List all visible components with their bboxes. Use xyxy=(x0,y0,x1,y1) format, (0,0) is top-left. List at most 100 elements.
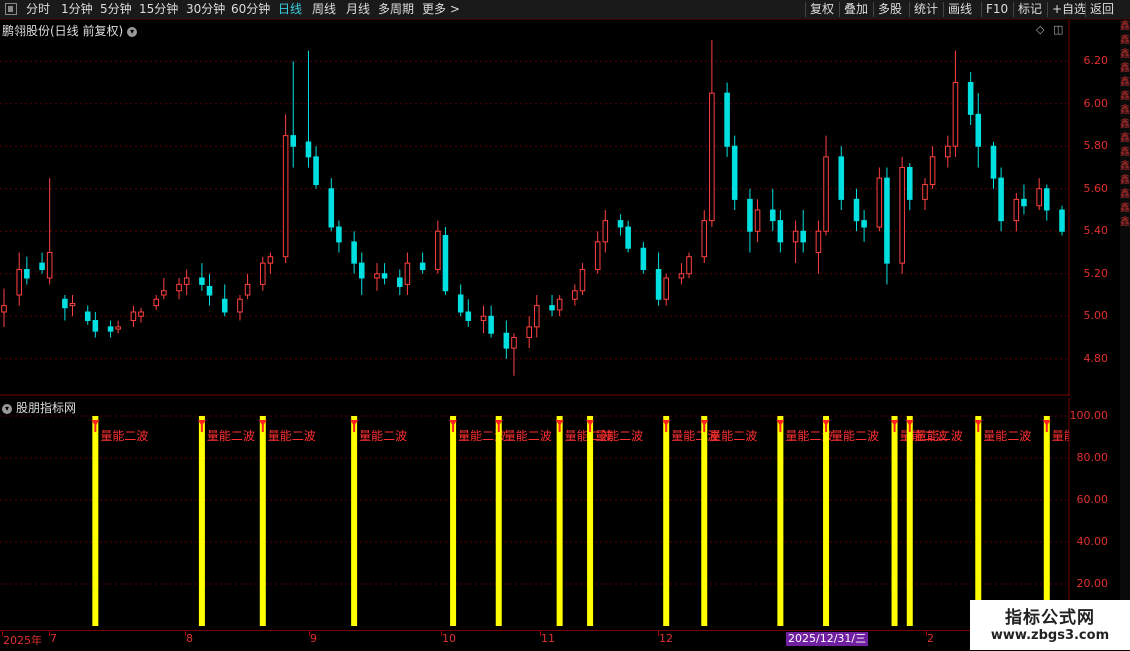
candle xyxy=(526,316,532,349)
price-tick-label: 5.00 xyxy=(1083,309,1109,323)
toolbar-button-2[interactable]: 多股 xyxy=(878,0,902,19)
tab-9[interactable]: 多周期 xyxy=(378,0,414,19)
candle xyxy=(906,163,913,210)
candle xyxy=(625,220,631,253)
indicator-title-wrap: ▾ 股朋指标网 xyxy=(2,399,76,416)
candle xyxy=(511,333,517,376)
candle xyxy=(663,273,669,306)
price-tick-label: 6.00 xyxy=(1083,96,1109,110)
candle xyxy=(244,273,251,300)
toolbar-button-1[interactable]: 叠加 xyxy=(844,0,868,19)
tab-3[interactable]: 15分钟 xyxy=(139,0,178,19)
diamond-icon[interactable]: ◇ xyxy=(1036,23,1044,36)
candle xyxy=(221,284,228,317)
tab-10[interactable]: 更多 > xyxy=(422,0,460,19)
tab-5[interactable]: 60分钟 xyxy=(231,0,270,19)
toolbar-separator xyxy=(1047,2,1048,17)
candle xyxy=(138,307,144,323)
signal-label: 量能二波 xyxy=(1052,429,1070,443)
candle xyxy=(381,263,388,285)
candle xyxy=(404,252,411,295)
candle xyxy=(351,231,357,274)
watermark-title: 指标公式网 xyxy=(1005,608,1095,628)
side-strip-char: 鑫 xyxy=(1120,217,1130,228)
signal-label: 量能二波 xyxy=(504,429,552,443)
date-label: 2025年 xyxy=(3,634,42,647)
toolbar-button-4[interactable]: 画线 xyxy=(948,0,972,19)
side-strip-char: 鑫 xyxy=(1120,203,1130,214)
signal-bar: 量能二波 xyxy=(1042,416,1070,626)
site-watermark: 指标公式网 www.zbgs3.com xyxy=(970,600,1130,650)
toolbar-button-6[interactable]: 标记 xyxy=(1018,0,1042,19)
window-icon[interactable] xyxy=(5,3,17,15)
toolbar-separator xyxy=(805,2,806,17)
tab-6[interactable]: 日线 xyxy=(278,0,302,19)
date-label: 8 xyxy=(186,632,193,645)
tab-7[interactable]: 周线 xyxy=(312,0,336,19)
toolbar-button-7[interactable]: +自选 xyxy=(1052,0,1086,19)
candle xyxy=(282,114,289,264)
candle xyxy=(290,61,297,168)
toolbar-button-8[interactable]: 返回 xyxy=(1090,0,1114,19)
toolbar-button-3[interactable]: 统计 xyxy=(914,0,938,19)
indicator-tick-label: 20.00 xyxy=(1076,577,1109,590)
maximize-icon[interactable]: ◫ xyxy=(1053,23,1063,36)
price-axis: 6.20 6.00 5.80 5.60 5.40 5.20 5.00 4.80 xyxy=(1070,20,1120,396)
candle xyxy=(922,178,928,210)
candle xyxy=(823,135,829,236)
candle xyxy=(503,320,510,359)
side-strip-char: 鑫 xyxy=(1120,175,1130,186)
candle xyxy=(617,214,624,236)
kline-panel[interactable]: 鹏翎股份(日线 前复权) ▾ ◇ ◫ xyxy=(0,20,1070,396)
candle xyxy=(747,188,753,253)
candle xyxy=(442,227,449,295)
toolbar-separator xyxy=(1013,2,1014,17)
tab-1[interactable]: 1分钟 xyxy=(61,0,93,19)
candle xyxy=(945,135,951,168)
chevron-down-icon[interactable]: ▾ xyxy=(127,26,138,37)
date-label: 7 xyxy=(50,632,57,645)
toolbar-separator xyxy=(909,2,910,17)
kline-chart[interactable] xyxy=(0,20,1070,396)
cursor-date-badge: 2025/12/31/三 xyxy=(786,632,869,646)
toolbar-button-0[interactable]: 复权 xyxy=(810,0,834,19)
candle xyxy=(655,252,662,306)
candle xyxy=(130,305,137,327)
side-strip-char: 鑫 xyxy=(1120,119,1130,130)
candle xyxy=(69,295,76,317)
candle xyxy=(549,295,555,317)
side-strip-char: 鑫 xyxy=(1120,21,1130,32)
candle xyxy=(374,263,380,291)
signal-label: 量能二波 xyxy=(831,429,879,443)
candle xyxy=(39,252,45,274)
candle xyxy=(313,146,319,189)
tab-2[interactable]: 5分钟 xyxy=(100,0,132,19)
signal-bar: 量能二波 xyxy=(350,416,407,626)
indicator-tick-label: 80.00 xyxy=(1076,451,1109,464)
tab-0[interactable]: 分时 xyxy=(26,0,50,19)
toolbar-separator xyxy=(1085,2,1086,17)
candle xyxy=(678,263,685,285)
price-tick-label: 5.40 xyxy=(1083,224,1109,238)
toolbar-separator xyxy=(839,2,840,17)
indicator-tick-label: 40.00 xyxy=(1076,535,1109,548)
candle xyxy=(686,252,692,278)
date-axis: 2025年 7 8 9 10 11 12 2 2025/12/31/三 xyxy=(0,630,1130,651)
candle xyxy=(952,50,959,157)
chevron-down-icon[interactable]: ▾ xyxy=(2,403,12,414)
indicator-chart[interactable]: 量能二波 量能二波 量能二波 量能二波 量能二波量能二波 量能二波 量能二波量能二波 量能二波… xyxy=(0,398,1070,630)
candle xyxy=(594,231,601,274)
tab-8[interactable]: 月线 xyxy=(346,0,370,19)
candle xyxy=(709,40,715,227)
tab-4[interactable]: 30分钟 xyxy=(186,0,225,19)
price-tick-label: 4.80 xyxy=(1083,351,1109,365)
toolbar-button-5[interactable]: F10 xyxy=(986,0,1008,19)
candle xyxy=(199,263,205,291)
signal-bar: 量能二波 xyxy=(822,416,879,626)
indicator-panel[interactable]: 量能二波 量能二波 量能二波 量能二波 量能二波 量能二波 量能二波 量能二波 量能二波 量能二波… xyxy=(0,398,1070,630)
signal-bar: 量能二波 xyxy=(974,416,1031,626)
side-strip-char: 鑫 xyxy=(1120,189,1130,200)
date-label: 12 xyxy=(659,632,673,645)
watermark-url: www.zbgs3.com xyxy=(990,628,1110,643)
candle xyxy=(838,146,845,210)
